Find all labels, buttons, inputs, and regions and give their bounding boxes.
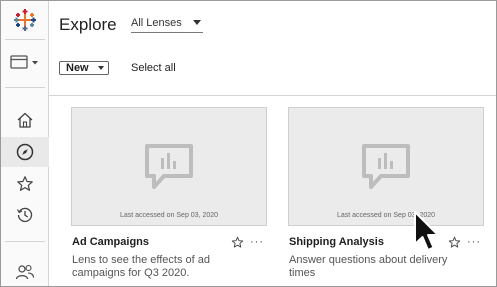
select-all-link[interactable]: Select all [131, 62, 176, 74]
lens-card-thumbnail[interactable]: Last accessed on Sep 03, 2020 [288, 107, 484, 226]
app-logo-icon [14, 9, 36, 31]
page-title: Explore [59, 15, 117, 34]
lens-card-thumbnail[interactable]: Last accessed on Sep 03, 2020 [71, 107, 267, 226]
history-icon [16, 207, 33, 223]
sidebar-item-home[interactable] [1, 105, 49, 135]
site-switcher[interactable] [1, 47, 49, 77]
last-accessed-text: Last accessed on Sep 03, 2020 [336, 212, 436, 219]
last-accessed-text: Last accessed on Sep 03, 2020 [119, 212, 219, 219]
lens-card-description: Answer questions about delivery times [289, 254, 448, 279]
star-icon [17, 176, 33, 191]
lens-card-name[interactable]: Shipping Analysis [289, 236, 384, 248]
sidebar-item-users[interactable] [1, 257, 49, 287]
lens-card-name[interactable]: Ad Campaigns [72, 236, 149, 248]
compass-icon [16, 143, 34, 161]
toolbar-divider [49, 95, 496, 96]
lens-placeholder-icon [362, 144, 410, 189]
lens-placeholder-icon [145, 144, 193, 189]
new-button[interactable]: New [59, 61, 109, 75]
mouse-pointer-icon [414, 211, 439, 251]
sidebar-item-explore[interactable] [1, 137, 49, 167]
more-actions-icon[interactable]: ··· [250, 236, 264, 248]
sidebar-divider [5, 39, 45, 40]
new-button-label: New [66, 62, 89, 74]
lens-card-description: Lens to see the effects of ad campaigns … [72, 254, 211, 279]
chevron-down-icon [98, 66, 104, 70]
users-icon [15, 264, 35, 280]
app-logo[interactable] [1, 5, 49, 35]
browser-window-icon [10, 55, 38, 69]
sidebar-divider [5, 87, 45, 88]
home-icon [17, 112, 33, 128]
lens-filter-dropdown[interactable]: All Lenses [131, 17, 203, 33]
sidebar [1, 1, 49, 286]
favorite-star-icon[interactable] [231, 236, 244, 249]
sidebar-item-recents[interactable] [1, 200, 49, 230]
sidebar-item-favorites[interactable] [1, 169, 49, 199]
more-actions-icon[interactable]: ··· [467, 236, 481, 248]
chevron-down-icon [193, 20, 201, 25]
sidebar-divider [5, 241, 45, 242]
lens-filter-value: All Lenses [131, 17, 182, 29]
favorite-star-icon[interactable] [448, 236, 461, 249]
